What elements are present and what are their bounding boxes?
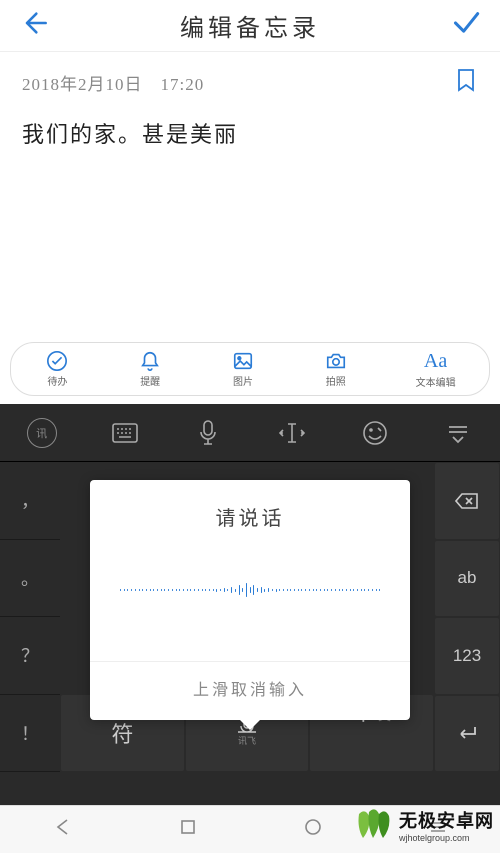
- todo-button[interactable]: 待办: [44, 350, 70, 388]
- timestamp: 2018年2月10日 17:20: [22, 70, 478, 95]
- nav-recent[interactable]: [178, 817, 198, 842]
- ime-logo-icon: 讯: [27, 418, 57, 448]
- collapse-icon: [445, 420, 471, 446]
- back-button[interactable]: [20, 9, 48, 42]
- watermark: 无极安卓网 wjhotelgroup.com: [355, 807, 494, 843]
- enter-key[interactable]: [435, 696, 499, 772]
- voice-popup-hint: 上滑取消输入: [90, 661, 410, 700]
- backspace-icon: [455, 489, 479, 513]
- watermark-en: wjhotelgroup.com: [399, 833, 494, 843]
- image-label: 图片: [233, 373, 253, 388]
- nav-home[interactable]: [303, 817, 323, 842]
- num-key[interactable]: 123: [435, 618, 499, 694]
- collapse-button[interactable]: [428, 420, 488, 446]
- text-edit-icon: Aa: [424, 350, 447, 373]
- backspace-key[interactable]: [435, 463, 499, 539]
- camera-label: 拍照: [326, 373, 346, 388]
- nav-back[interactable]: [53, 817, 73, 842]
- enter-icon: [455, 721, 479, 745]
- comma-key[interactable]: ，: [0, 462, 60, 540]
- cursor-button[interactable]: [262, 420, 322, 446]
- save-button[interactable]: [452, 9, 480, 42]
- camera-button[interactable]: 拍照: [323, 350, 349, 388]
- text-edit-button[interactable]: Aa 文本编辑: [416, 350, 456, 389]
- watermark-logo-icon: [355, 808, 395, 842]
- period-key[interactable]: 。: [0, 540, 60, 618]
- question-key[interactable]: ？: [0, 617, 60, 695]
- emoji-icon: [362, 420, 388, 446]
- note-text[interactable]: 我们的家。甚是美丽: [22, 117, 478, 149]
- mic-icon: [195, 420, 221, 446]
- keyboard-switch-button[interactable]: [95, 420, 155, 446]
- mic-button[interactable]: [178, 420, 238, 446]
- symbol-key-label: 符: [111, 717, 133, 749]
- voice-popup-title: 请说话: [216, 502, 285, 531]
- voice-popup[interactable]: 请说话 上滑取消输入: [90, 480, 410, 720]
- exclaim-key[interactable]: ！: [0, 695, 60, 773]
- ime-logo-button[interactable]: 讯: [12, 418, 72, 448]
- text-edit-label: 文本编辑: [416, 374, 456, 389]
- watermark-cn: 无极安卓网: [399, 807, 494, 833]
- keyboard-icon: [112, 420, 138, 446]
- page-title: 编辑备忘录: [180, 8, 320, 43]
- bookmark-button[interactable]: [456, 68, 476, 97]
- voice-waveform: [120, 577, 380, 603]
- reminder-button[interactable]: 提醒: [137, 350, 163, 388]
- toolbar: 待办 提醒 图片 拍照 Aa 文本编辑: [10, 342, 490, 396]
- reminder-label: 提醒: [140, 373, 160, 388]
- todo-label: 待办: [47, 373, 67, 388]
- ab-key[interactable]: ab: [435, 541, 499, 617]
- image-button[interactable]: 图片: [230, 350, 256, 388]
- emoji-button[interactable]: [345, 420, 405, 446]
- cursor-icon: [279, 420, 305, 446]
- voice-key-sub: 讯飞: [238, 734, 256, 747]
